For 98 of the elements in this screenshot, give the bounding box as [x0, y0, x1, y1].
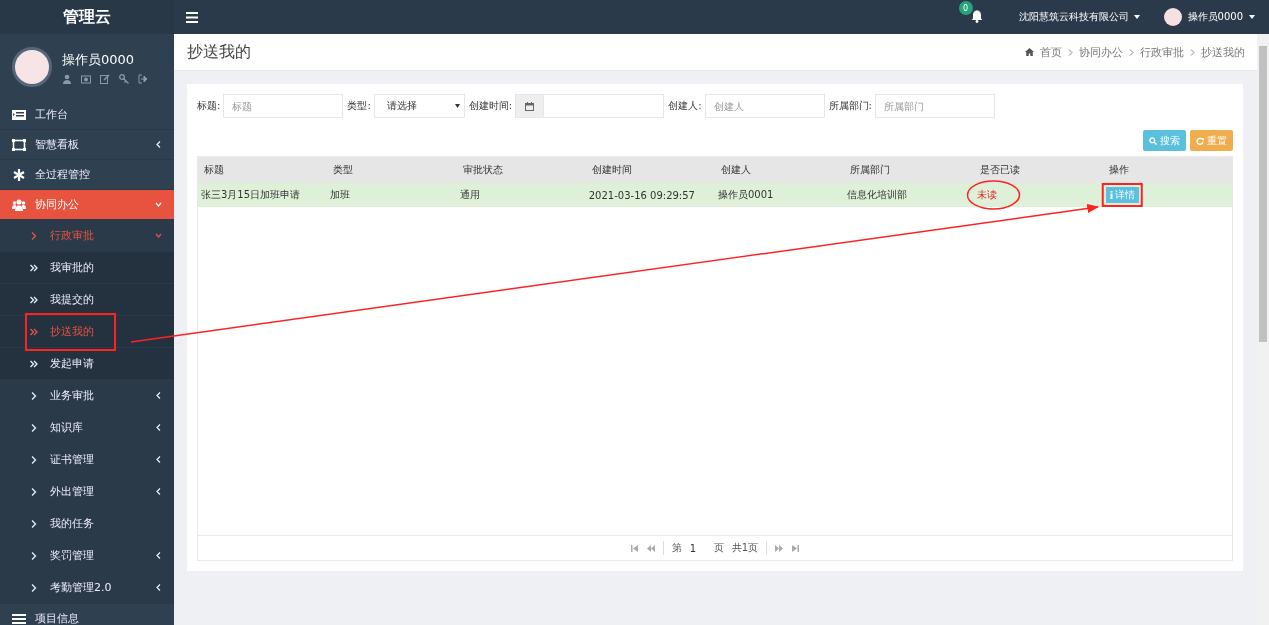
table-cell-text: 操作员0001 — [717, 188, 775, 202]
column-header: 类型 — [332, 163, 355, 177]
frame-icon — [12, 138, 26, 151]
desktop-icon — [12, 108, 26, 121]
text-field[interactable]: 标题 — [223, 94, 344, 118]
filter-label: 创建人: — [668, 99, 702, 113]
menu-item[interactable]: 我的任务 — [0, 508, 174, 540]
filter-label: 标题: — [197, 99, 221, 113]
info-icon — [1109, 191, 1113, 199]
column-header: 所属部门 — [849, 163, 892, 177]
breadcrumb-link[interactable]: 行政审批 — [1140, 44, 1184, 60]
user-name: 操作员0000 — [62, 50, 136, 69]
edit-icon[interactable] — [100, 73, 110, 84]
company-dropdown[interactable]: 沈阳慧筑云科技有限公司 — [1018, 10, 1140, 24]
menu-item[interactable]: 考勤管理2.0 — [0, 572, 174, 604]
caret-icon — [454, 104, 460, 108]
menu-item[interactable]: 外出管理 — [0, 476, 174, 508]
avatar-circle — [1163, 8, 1182, 26]
menu-item[interactable]: 协同办公 — [0, 190, 174, 220]
menu-item[interactable]: 奖罚管理 — [0, 540, 174, 572]
text-field[interactable]: 创建人 — [704, 94, 825, 118]
page-total: 共1页 — [731, 541, 759, 555]
avatar-circle — [12, 47, 52, 87]
home-icon — [1025, 48, 1034, 56]
chevron-right-icon — [1190, 48, 1195, 56]
menu-item[interactable]: 证书管理 — [0, 444, 174, 476]
last-page-icon[interactable] — [791, 544, 800, 552]
filter-label: 所属部门: — [828, 99, 872, 113]
table-cell-text: 2021-03-16 09:29:57 — [587, 189, 696, 201]
chevron-right-icon — [30, 455, 38, 464]
filter-label: 创建时间: — [468, 99, 513, 113]
table-cell-text: 信息化培训部 — [846, 188, 909, 202]
menu-item[interactable]: 项目信息 — [0, 604, 174, 625]
double-chevron-icon — [30, 263, 38, 272]
calendar-addon[interactable] — [515, 94, 544, 118]
chevron-right-icon — [1129, 48, 1134, 56]
date-field[interactable] — [543, 94, 665, 118]
column-header: 是否已读 — [978, 163, 1021, 177]
asterisk-icon — [12, 168, 26, 181]
chevron-right-icon — [30, 231, 38, 240]
logout-icon[interactable] — [138, 73, 148, 84]
column-header: 操作 — [1107, 163, 1130, 177]
menu-item[interactable]: 智慧看板 — [0, 130, 174, 160]
next-page-icon[interactable] — [775, 544, 784, 552]
caret-icon — [1133, 15, 1140, 19]
user-menu[interactable]: 操作员0000 — [1163, 8, 1255, 26]
select-dropdown[interactable]: 请选择 — [373, 94, 465, 118]
chevron-right-icon — [30, 423, 38, 432]
page-label: 第 — [671, 541, 682, 555]
list-icon — [12, 612, 26, 625]
menu-item[interactable]: 我提交的 — [0, 284, 174, 316]
table-row[interactable]: 张三3月15日加班申请 加班 通用 2021-03-16 09:29:57 操作员0001 信息化培训部 未读 详情 — [198, 183, 1232, 207]
key-icon[interactable] — [119, 73, 129, 84]
users-icon — [12, 198, 26, 211]
double-chevron-icon — [30, 295, 38, 304]
camera-icon[interactable] — [81, 73, 91, 84]
menu-item[interactable]: 工作台 — [0, 100, 174, 130]
person-icon[interactable] — [62, 73, 72, 84]
first-page-icon[interactable] — [630, 544, 639, 552]
filter-label: 类型: — [347, 99, 371, 113]
refresh-icon — [1196, 136, 1204, 145]
brand-title: 管理云 — [63, 6, 111, 28]
chevron-right-icon — [30, 583, 38, 592]
chevron-right-icon — [30, 391, 38, 400]
bell-icon[interactable] — [970, 10, 983, 23]
table-cell-text: 加班 — [329, 188, 352, 202]
caret-icon — [1249, 15, 1255, 19]
column-header: 标题 — [203, 163, 225, 177]
read-status: 未读 — [975, 188, 998, 202]
breadcrumb-link[interactable]: 协同办公 — [1079, 44, 1123, 60]
chevron-right-icon — [1068, 48, 1073, 56]
calendar-icon — [525, 101, 535, 111]
menu-item[interactable]: 我审批的 — [0, 252, 174, 284]
menu-icon[interactable] — [186, 11, 198, 23]
highlight-ellipse — [966, 180, 1021, 210]
previous-page-icon[interactable] — [646, 544, 655, 552]
chevron-right-icon — [30, 519, 38, 528]
highlight-box — [1101, 183, 1143, 207]
chevron-right-icon — [30, 551, 38, 560]
page-number-field[interactable]: 1 — [689, 542, 706, 554]
menu-item[interactable]: 发起申请 — [0, 348, 174, 380]
menu-item[interactable]: 业务审批 — [0, 380, 174, 412]
double-chevron-icon — [30, 359, 38, 368]
column-header: 创建人 — [720, 163, 752, 177]
text-field[interactable]: 所属部门 — [874, 94, 995, 118]
menu-item[interactable]: 知识库 — [0, 412, 174, 444]
double-chevron-icon — [30, 327, 38, 336]
table-cell-text: 张三3月15日加班申请 — [200, 188, 302, 202]
chevron-right-icon — [30, 487, 38, 496]
menu-item[interactable]: 抄送我的 — [0, 316, 174, 348]
search-icon — [1149, 136, 1157, 145]
page-label: 页 — [713, 541, 724, 555]
breadcrumb-link[interactable]: 首页 — [1040, 44, 1062, 60]
column-header: 创建时间 — [590, 163, 633, 177]
notification-badge: 0 — [958, 1, 973, 15]
table-cell-text: 通用 — [458, 188, 481, 202]
column-header: 审批状态 — [461, 163, 504, 177]
page-title: 抄送我的 — [187, 41, 252, 63]
